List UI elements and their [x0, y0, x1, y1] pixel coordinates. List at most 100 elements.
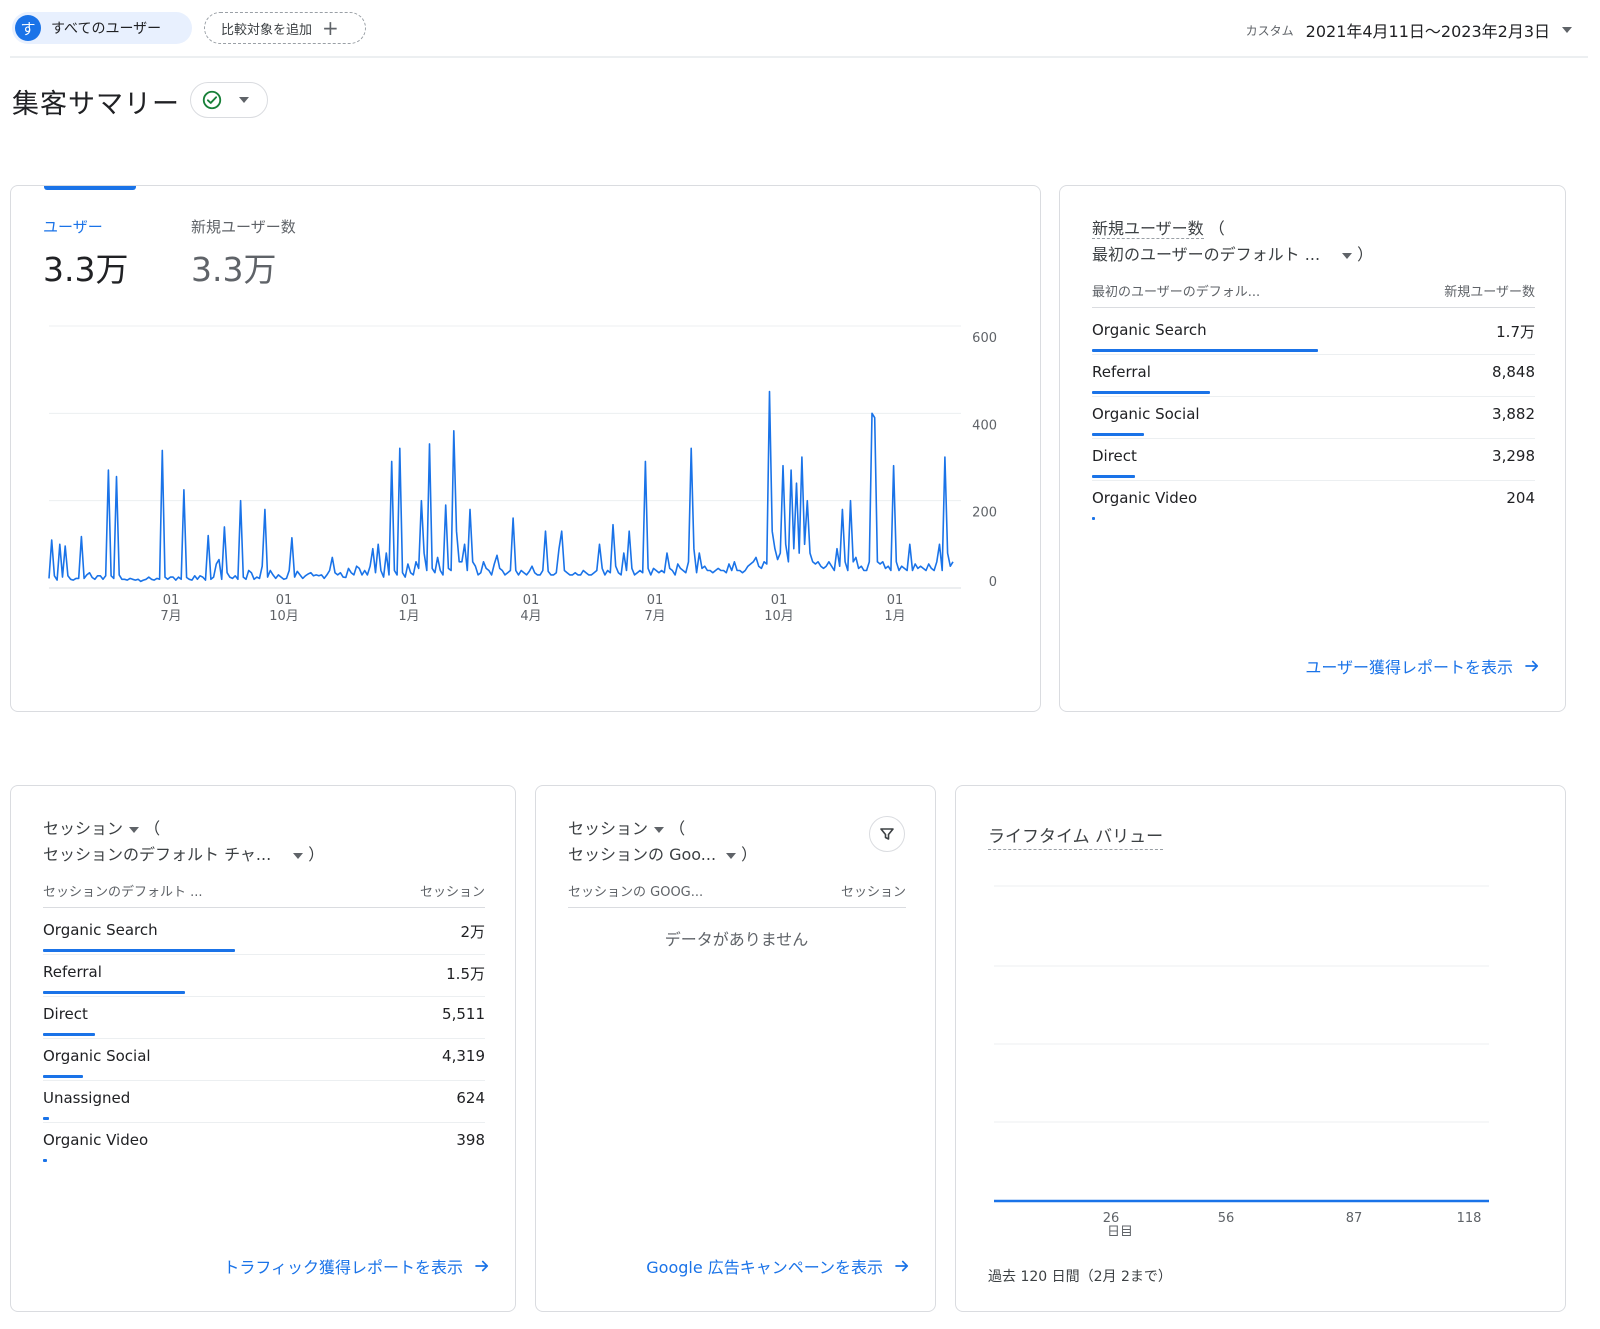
- x-tick-day: 01: [887, 593, 904, 608]
- row-value: 398: [456, 1131, 485, 1149]
- row-bar: [1092, 475, 1135, 478]
- table-row[interactable]: Organic Video 398: [43, 1131, 485, 1149]
- x-tick-day: 01: [401, 593, 418, 608]
- table-row[interactable]: Direct 3,298: [1092, 447, 1535, 465]
- table-row[interactable]: Organic Search 2万: [43, 921, 485, 942]
- column-header-metric: セッション: [840, 885, 906, 900]
- chevron-down-icon: [654, 826, 665, 833]
- top-bar: す すべてのユーザー 比較対象を追加 + カスタム 2021年4月11日～202…: [0, 0, 1600, 58]
- chevron-down-icon: [129, 826, 140, 833]
- table-row[interactable]: Referral 1.5万: [43, 963, 485, 984]
- x-tick-month: 10月: [764, 609, 794, 624]
- link-label: トラフィック獲得レポートを表示: [223, 1258, 463, 1277]
- column-header-metric: 新規ユーザー数: [1444, 285, 1535, 300]
- row-label: Referral: [43, 963, 102, 981]
- view-user-acquisition-link[interactable]: ユーザー獲得レポートを表示: [1305, 654, 1541, 678]
- x-tick-month: 4月: [520, 609, 541, 624]
- row-label: Organic Social: [1092, 405, 1200, 423]
- view-traffic-acquisition-link[interactable]: トラフィック獲得レポートを表示: [223, 1254, 491, 1278]
- date-custom-label: カスタム: [1245, 23, 1294, 38]
- row-label: Organic Video: [1092, 489, 1198, 507]
- row-value: 3,298: [1492, 447, 1535, 465]
- row-value: 1.7万: [1496, 323, 1535, 341]
- x-tick-label: 118: [1457, 1211, 1482, 1226]
- column-header-metric: セッション: [419, 885, 485, 900]
- x-tick-month: 7月: [160, 609, 181, 624]
- x-tick-day: 01: [771, 593, 788, 608]
- report-status-dropdown[interactable]: [190, 82, 268, 118]
- table-header: 最初のユーザーのデフォル... 新規ユーザー数: [1092, 281, 1535, 300]
- row-value: 2万: [460, 923, 485, 941]
- table-row[interactable]: Direct 5,511: [43, 1005, 485, 1023]
- row-value: 8,848: [1492, 363, 1535, 381]
- divider: [43, 907, 485, 908]
- x-tick-month: 7月: [644, 609, 665, 624]
- divider: [43, 1038, 485, 1039]
- row-bar: [43, 1117, 49, 1120]
- users-overview-card: ユーザー 3.3万 新規ユーザー数 3.3万 600 400 200 0 01 7月 01 1…: [10, 185, 1041, 712]
- arrow-right-icon: [475, 1260, 489, 1272]
- column-header-dimension: セッションのデフォルト ...: [43, 885, 203, 900]
- segment-chip[interactable]: す すべてのユーザー: [12, 12, 192, 44]
- table-row[interactable]: Organic Social 4,319: [43, 1047, 485, 1065]
- y-tick-label: 200: [972, 506, 997, 521]
- row-label: Organic Video: [43, 1131, 149, 1149]
- card-title-metric: 新規ユーザー数: [1092, 219, 1204, 239]
- row-bar: [1092, 517, 1095, 520]
- filter-button[interactable]: [869, 816, 905, 852]
- table-row[interactable]: Referral 8,848: [1092, 363, 1535, 381]
- x-tick-month: 1月: [398, 609, 419, 624]
- filter-icon: [880, 828, 894, 840]
- card-title-metric: セッション: [43, 819, 124, 838]
- card-title[interactable]: セッション （ セッションのデフォルト チャ... ）: [43, 816, 324, 868]
- new-users-card: 新規ユーザー数 （ 最初のユーザーのデフォルト ... ） 最初のユーザーのデフ…: [1059, 185, 1566, 712]
- link-label: ユーザー獲得レポートを表示: [1305, 658, 1513, 677]
- chevron-down-icon: [239, 97, 249, 103]
- segment-label: すべてのユーザー: [51, 21, 162, 37]
- divider: [43, 996, 485, 997]
- row-bar: [43, 1033, 95, 1036]
- users-line-chart: 6004002000017月0110月011月014月017月0110月011月: [48, 325, 997, 624]
- paren-open: （: [144, 819, 161, 838]
- divider: [568, 907, 906, 908]
- row-bar: [1092, 433, 1144, 436]
- x-tick-day: 01: [163, 593, 180, 608]
- date-range-picker[interactable]: カスタム 2021年4月11日～2023年2月3日: [1246, 18, 1572, 42]
- x-tick-month: 1月: [884, 609, 905, 624]
- arrow-right-icon: [895, 1260, 909, 1272]
- table-row[interactable]: Unassigned 624: [43, 1089, 485, 1107]
- row-label: Unassigned: [43, 1089, 131, 1107]
- check-circle-icon: [202, 90, 222, 110]
- row-bar: [43, 1075, 84, 1078]
- row-value: 1.5万: [446, 965, 485, 983]
- divider: [1092, 438, 1535, 439]
- row-bar: [43, 1159, 47, 1162]
- divider: [43, 954, 485, 955]
- y-tick-label: 600: [972, 331, 997, 346]
- series-line: [48, 390, 954, 583]
- row-label: Organic Search: [1092, 321, 1207, 339]
- table-header: セッションの GOOG... セッション: [568, 881, 906, 900]
- card-title[interactable]: セッション （ セッションの Goo... ）: [568, 816, 757, 868]
- paren-open: （: [669, 819, 686, 838]
- row-value: 4,319: [442, 1047, 485, 1065]
- divider: [43, 1122, 485, 1123]
- table-row[interactable]: Organic Video 204: [1092, 489, 1535, 507]
- view-google-ads-link[interactable]: Google 広告キャンペーンを表示: [646, 1254, 911, 1278]
- paren-open: （: [1208, 219, 1225, 238]
- table-row[interactable]: Organic Search 1.7万: [1092, 321, 1535, 342]
- x-tick-label: 87: [1346, 1211, 1363, 1226]
- row-label: Direct: [1092, 447, 1137, 465]
- add-comparison-button[interactable]: 比較対象を追加 +: [204, 12, 366, 44]
- row-value: 3,882: [1492, 405, 1535, 423]
- table-row[interactable]: Organic Social 3,882: [1092, 405, 1535, 423]
- arrow-right-icon: [1525, 660, 1539, 672]
- divider: [1092, 396, 1535, 397]
- card-title[interactable]: 新規ユーザー数 （ 最初のユーザーのデフォルト ... ）: [1092, 216, 1373, 268]
- link-label: Google 広告キャンペーンを表示: [646, 1258, 883, 1277]
- row-value: 5,511: [442, 1005, 485, 1023]
- row-value: 204: [1506, 489, 1535, 507]
- card-title-dimension: セッションのデフォルト チャ...: [43, 845, 272, 864]
- lifetime-value-card: ライフタイム バリュー 26 56 87 118 日目 過去 120 日間（2月 2まで…: [955, 785, 1566, 1312]
- row-label: Referral: [1092, 363, 1151, 381]
